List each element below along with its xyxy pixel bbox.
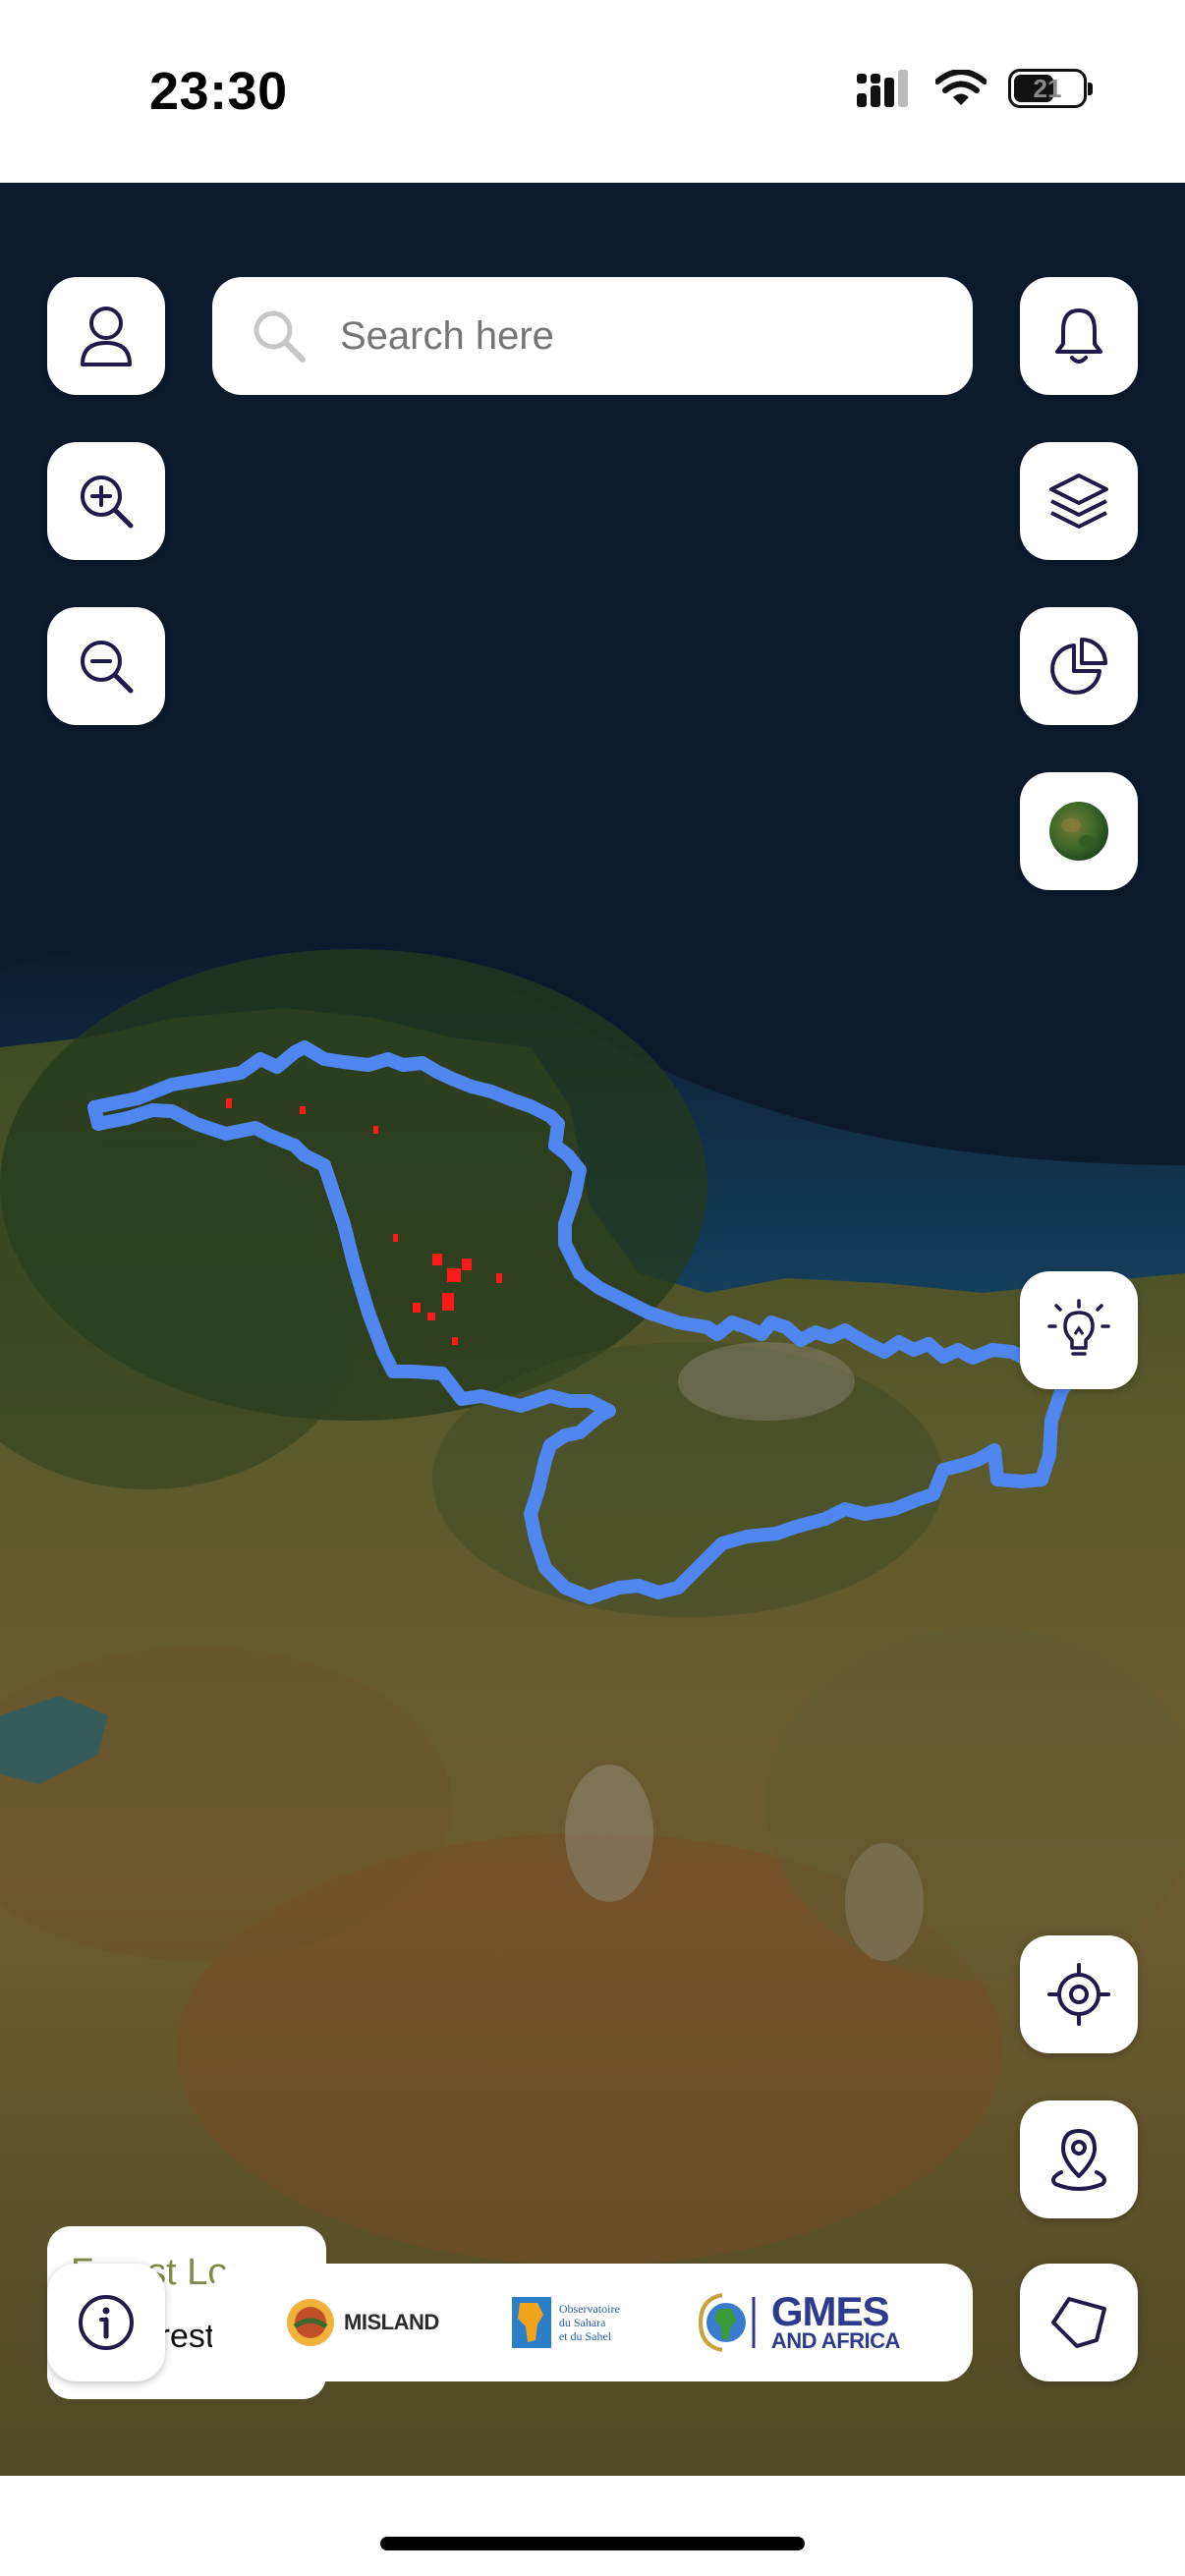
polygon-icon [1051,2297,1106,2348]
status-time: 23:30 [149,62,288,121]
misland-logo: MISLAND [285,2297,439,2348]
crosshair-icon [1047,1963,1110,2026]
gmes-text: GMES [770,2288,890,2334]
notifications-button[interactable] [1020,277,1138,395]
status-bar: 23:30 21 [0,0,1185,183]
battery-level: 21 [1033,73,1062,103]
wifi-icon [935,70,987,105]
info-button[interactable] [47,2264,165,2381]
search-icon [252,307,310,365]
cellular-signal-icon [857,70,908,107]
search-input[interactable] [338,312,931,360]
oss-text-line2: du Sahara [558,2316,606,2329]
bell-icon [1055,308,1102,364]
satellite-map[interactable] [0,183,1185,2476]
pie-chart-icon [1050,638,1107,695]
insights-button[interactable] [1020,1271,1138,1389]
globe-thumbnail-icon [1049,802,1108,861]
statistics-button[interactable] [1020,607,1138,725]
search-bar[interactable] [212,277,973,395]
pin-location-button[interactable] [1020,2100,1138,2218]
draw-polygon-button[interactable] [1020,2264,1138,2381]
zoom-out-button[interactable] [47,607,165,725]
layers-icon [1049,474,1108,529]
home-indicator[interactable] [380,2537,805,2550]
status-icons: 21 [857,69,1093,108]
locate-button[interactable] [1020,1935,1138,2053]
zoom-in-icon [81,476,134,529]
misland-text: MISLAND [344,2310,439,2334]
layers-button[interactable] [1020,442,1138,560]
location-pin-icon [1051,2129,1106,2191]
zoom-in-button[interactable] [47,442,165,560]
lightbulb-icon [1047,1299,1110,1356]
battery-icon: 21 [1008,69,1093,108]
oss-text-line3: et du Sahel [558,2329,612,2343]
gmes-subtext: AND AFRICA [770,2328,901,2353]
map-view[interactable]: Forest Loss Forest Loss MISLAND [0,183,1185,2476]
bottom-safe-area [0,2476,1185,2576]
profile-button[interactable] [47,277,165,395]
info-icon [79,2295,134,2350]
zoom-out-icon [81,641,134,694]
basemap-button[interactable] [1020,772,1138,890]
partner-logos-bar: MISLAND Observatoire du Sahara et du Sah… [212,2264,973,2381]
oss-text-line1: Observatoire [558,2302,620,2316]
user-icon [81,307,132,366]
oss-logo: Observatoire du Sahara et du Sahel [511,2297,620,2348]
gmes-africa-logo: GMES AND AFRICA [693,2291,900,2354]
